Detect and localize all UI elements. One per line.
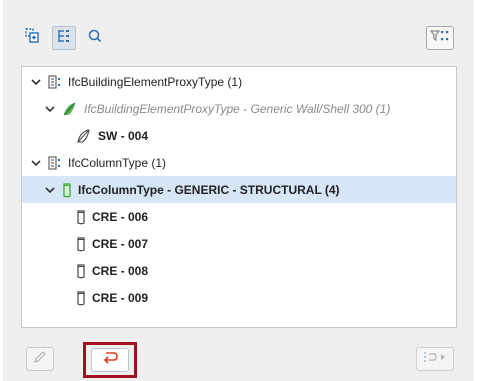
tree-item-ifccolumntype[interactable]: IfcColumnType (1) bbox=[22, 149, 456, 176]
edit-button[interactable] bbox=[26, 347, 54, 371]
tree-item-sw-004[interactable]: SW - 004 bbox=[22, 122, 456, 149]
chevron-down-icon[interactable] bbox=[44, 184, 56, 196]
tree-item-label: CRE - 006 bbox=[92, 209, 149, 224]
add-to-selection-icon bbox=[24, 27, 42, 50]
unlink-button[interactable] bbox=[91, 348, 129, 372]
ifc-panel: IfcBuildingElementProxyType (1) IfcBuild… bbox=[3, 0, 474, 381]
bottom-toolbar bbox=[3, 334, 474, 381]
tree-item-generic-wall-shell-type[interactable]: IfcBuildingElementProxyType - Generic Wa… bbox=[22, 95, 456, 122]
shell-icon bbox=[62, 101, 78, 117]
column-icon bbox=[62, 182, 72, 198]
shell-icon bbox=[76, 128, 92, 144]
highlight-frame bbox=[83, 342, 137, 378]
chevron-down-icon[interactable] bbox=[30, 76, 42, 88]
tree-item-ifcbuildingelementproxytype[interactable]: IfcBuildingElementProxyType (1) bbox=[22, 68, 456, 95]
find-icon bbox=[87, 28, 103, 49]
tree-item-cre-008[interactable]: CRE - 008 bbox=[22, 257, 456, 284]
add-to-selection-button[interactable] bbox=[21, 26, 45, 50]
column-icon bbox=[76, 236, 86, 252]
step-forward-icon bbox=[422, 350, 448, 369]
tree-item-label: CRE - 008 bbox=[92, 263, 149, 278]
tree-item-label: IfcBuildingElementProxyType - Generic Wa… bbox=[84, 101, 391, 116]
tree-view-button[interactable] bbox=[52, 26, 76, 50]
pencil-icon bbox=[32, 349, 48, 370]
tree-item-label: IfcColumnType (1) bbox=[68, 155, 167, 170]
toolbar bbox=[3, 0, 474, 68]
tree-item-label: CRE - 007 bbox=[92, 236, 149, 251]
tree-view-icon bbox=[56, 28, 72, 49]
column-icon bbox=[76, 290, 86, 306]
tree-item-cre-009[interactable]: CRE - 009 bbox=[22, 284, 456, 311]
chevron-down-icon[interactable] bbox=[44, 103, 56, 115]
unlink-return-icon bbox=[101, 350, 119, 371]
step-forward-button[interactable] bbox=[416, 347, 454, 371]
tree-item-label: IfcBuildingElementProxyType (1) bbox=[68, 74, 243, 89]
type-list-icon bbox=[48, 155, 62, 170]
column-icon bbox=[76, 263, 86, 279]
filter-button[interactable] bbox=[426, 26, 454, 50]
tree-item-generic-structural-column-type[interactable]: IfcColumnType - GENERIC - STRUCTURAL (4) bbox=[22, 176, 456, 203]
tree-item-label: SW - 004 bbox=[98, 128, 149, 143]
filter-icon bbox=[429, 29, 450, 48]
element-tree: IfcBuildingElementProxyType (1) IfcBuild… bbox=[21, 66, 457, 328]
tree-item-label: IfcColumnType - GENERIC - STRUCTURAL (4) bbox=[78, 182, 340, 197]
chevron-down-icon[interactable] bbox=[30, 157, 42, 169]
tree-item-label: CRE - 009 bbox=[92, 290, 149, 305]
type-list-icon bbox=[48, 74, 62, 89]
tree-item-cre-006[interactable]: CRE - 006 bbox=[22, 203, 456, 230]
column-icon bbox=[76, 209, 86, 225]
tree-item-cre-007[interactable]: CRE - 007 bbox=[22, 230, 456, 257]
find-button[interactable] bbox=[83, 26, 107, 50]
